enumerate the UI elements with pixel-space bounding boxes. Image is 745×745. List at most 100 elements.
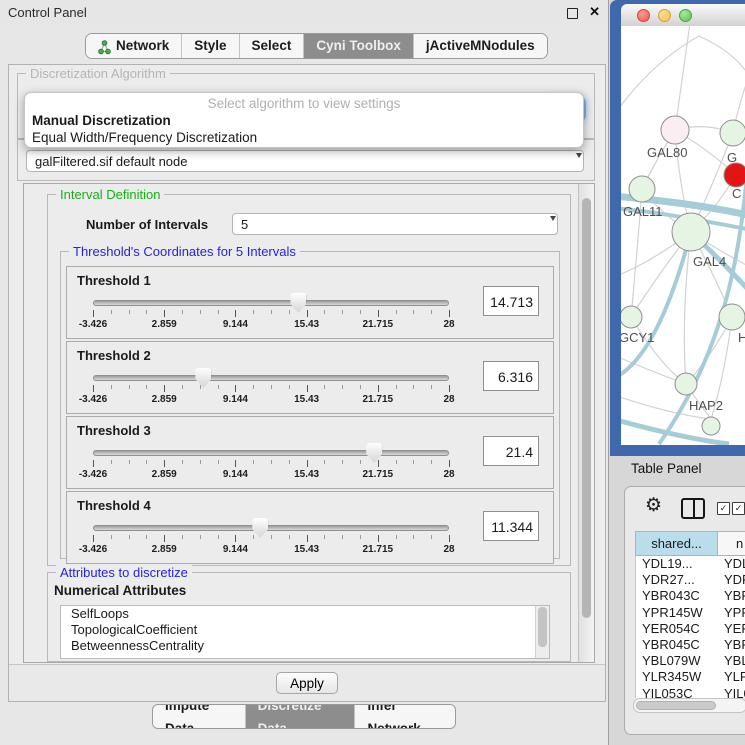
network-node-gcy1[interactable] [621,306,642,328]
threshold-slider[interactable]: -3.4262.8599.14415.4321.71528 [93,300,449,336]
network-node[interactable] [702,417,720,435]
table-cell[interactable]: YBL079W [636,653,718,669]
split-columns-icon[interactable] [681,498,705,519]
apply-bar: Apply [9,664,605,701]
num-intervals-combo[interactable]: 5 [232,213,558,235]
threshold-slider[interactable]: -3.4262.8599.14415.4321.71528 [93,525,449,561]
table-row[interactable]: YER054CYER05 [636,621,745,637]
network-icon [98,39,111,54]
table-cell[interactable]: YER054C [636,621,718,637]
tab-jactivemnodules[interactable]: jActiveMNodules [414,34,547,58]
tab-label: Network [116,34,169,58]
num-intervals-value: 5 [241,217,248,232]
threshold-value-field[interactable]: 14.713 [483,286,539,316]
table-cell[interactable]: YBR04 [718,588,745,604]
group-title: Attributes to discretize [56,565,192,580]
table-cell[interactable]: YPR145W [636,605,718,621]
table-cell[interactable]: YIL053C [636,686,718,699]
tab-label: Select [252,34,292,58]
table-cell[interactable]: YLR345W [636,669,718,685]
table-row[interactable]: YDR27...YDR27 [636,572,745,588]
network-node-h[interactable] [719,304,745,330]
list-scrollbar[interactable] [535,606,549,658]
table-cell[interactable]: YDR27 [718,572,745,588]
node-label: GAL80 [647,145,687,160]
dropdown-option-equal-width[interactable]: Equal Width/Frequency Discretization [25,129,583,146]
tick-label: 28 [443,319,454,330]
close-icon[interactable]: ✕ [589,4,600,20]
table-cell[interactable]: YBR043C [636,588,718,604]
threshold-slider[interactable]: -3.4262.8599.14415.4321.71528 [93,375,449,411]
discretization-algorithm-group: Discretization Algorithm Select algorith… [17,73,595,139]
threshold-label: Threshold 1 [77,273,151,288]
tab-network[interactable]: Network [86,34,182,58]
network-window-titlebar[interactable] [621,4,745,27]
network-edge [621,36,699,119]
tab-select[interactable]: Select [240,34,305,58]
column-header[interactable]: shared... [636,532,718,555]
tick-label: 15.43 [294,469,319,480]
list-item-topologicalcoefficient[interactable]: TopologicalCoefficient [61,622,549,638]
table-cell[interactable]: YPR14 [718,605,745,621]
tick-label: 28 [443,394,454,405]
right-side: GAL80GCGAL11GAL4GCY1HHAP2 Table Panel ⚙ … [609,0,745,745]
table-row[interactable]: YBR045CYBR04 [636,637,745,653]
network-node-gal80[interactable] [661,116,689,144]
table-horizontal-scrollbar[interactable] [633,698,745,713]
table-row[interactable]: YDL19...YDL19 [636,556,745,572]
network-node-c[interactable] [724,163,745,187]
network-node-hap2[interactable] [675,373,697,395]
table-cell[interactable]: YDR27... [636,572,718,588]
cyni-toolbox-panel: Discretization Algorithm Select algorith… [8,64,606,702]
tab-label: Style [194,34,226,58]
minimize-traffic-light-icon[interactable] [658,9,671,22]
table-cell[interactable]: YER05 [718,621,745,637]
tab-cyni-toolbox[interactable]: Cyni Toolbox [304,34,414,58]
settings-vertical-scrollbar[interactable] [578,184,594,662]
mode-tab-impute-data[interactable]: Impute Data [153,705,246,728]
table-row[interactable]: YLR345WYLR34 [636,669,745,685]
float-window-icon[interactable] [567,8,578,19]
checkbox-icon[interactable]: ✓ [732,502,745,515]
mode-tab-infer-network[interactable]: Infer Network [355,705,455,728]
network-canvas[interactable]: GAL80GCGAL11GAL4GCY1HHAP2 [621,26,745,445]
network-node-gal4[interactable] [672,213,710,251]
node-label: C [732,186,741,201]
checkbox-icon[interactable]: ✓ [717,502,730,515]
list-item-betweennesscentrality[interactable]: BetweennessCentrality [61,638,549,654]
threshold-panel-4: Threshold 4-3.4262.8599.14415.4321.71528… [66,491,554,564]
table-row[interactable]: YBR043CYBR04 [636,588,745,604]
apply-button[interactable]: Apply [276,672,338,694]
gear-icon[interactable]: ⚙ [645,495,662,517]
table-cell[interactable]: YDL19... [636,556,718,572]
table-cell[interactable]: YBL07 [718,653,745,669]
tick-label: 9.144 [223,319,248,330]
threshold-value-field[interactable]: 6.316 [483,361,539,391]
network-node-gal11[interactable] [629,176,655,202]
table-cell[interactable]: YLR34 [718,669,745,685]
tick-label: 15.43 [294,544,319,555]
table-cell[interactable]: YBR045C [636,637,718,653]
table-data-combo[interactable]: galFiltered.sif default node [26,150,584,172]
table-row[interactable]: YPR145WYPR14 [636,605,745,621]
tick-label: 9.144 [223,469,248,480]
table-row[interactable]: YBL079WYBL07 [636,653,745,669]
list-item-selfloops[interactable]: SelfLoops [61,606,549,622]
node-label: GAL11 [623,204,663,219]
zoom-traffic-light-icon[interactable] [679,9,692,22]
table-cell[interactable]: YIL05 [718,686,745,699]
threshold-slider[interactable]: -3.4262.8599.14415.4321.71528 [93,450,449,486]
threshold-value-field[interactable]: 21.4 [483,436,539,466]
table-row[interactable]: YIL053CYIL05 [636,686,745,699]
table-cell[interactable]: YDL19 [718,556,745,572]
network-node-g[interactable] [720,120,745,146]
table-cell[interactable]: YBR04 [718,637,745,653]
close-traffic-light-icon[interactable] [637,9,650,22]
node-label: GAL4 [693,254,726,269]
tab-style[interactable]: Style [182,34,239,58]
column-header[interactable]: n [718,532,745,555]
mode-tab-discretize-data[interactable]: Discretize Data [246,705,356,728]
threshold-value-field[interactable]: 11.344 [483,511,539,541]
dropdown-option-manual[interactable]: Manual Discretization [25,112,583,129]
tick-label: 2.859 [152,319,177,330]
